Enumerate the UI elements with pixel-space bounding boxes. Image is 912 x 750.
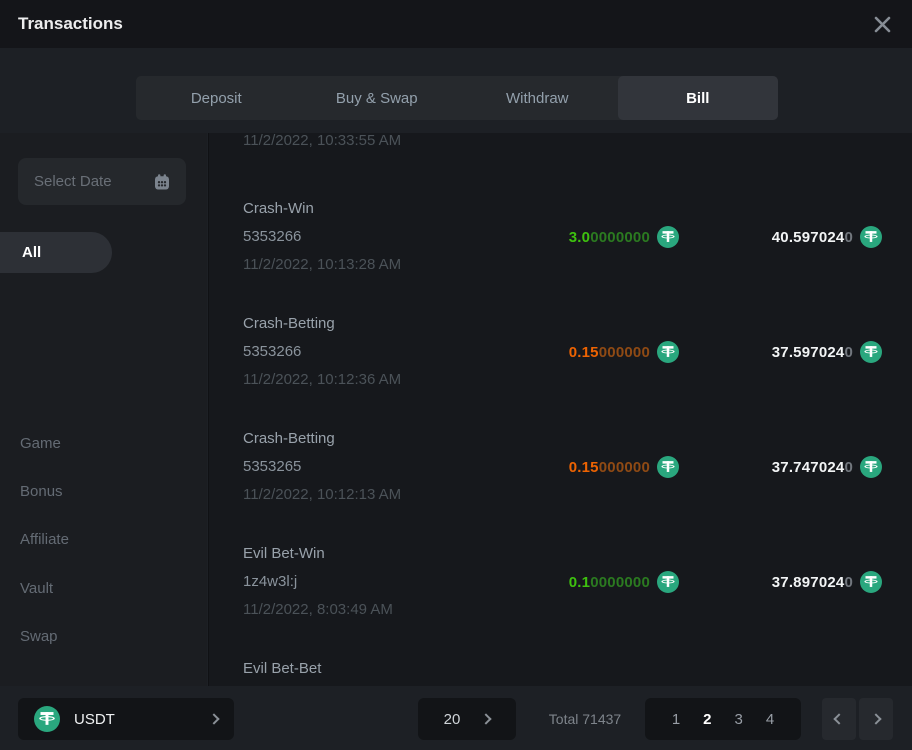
next-page-button[interactable] [859, 698, 893, 740]
transaction-amount: 0.15000000 [569, 338, 679, 366]
balance-main: 37.897024 [772, 574, 845, 591]
modal-footer: USDT 20 Total 71437 1 2 3 4 [0, 686, 912, 750]
balance-dim: 0 [844, 574, 853, 591]
sidebar-item-label: Game [20, 435, 61, 452]
sidebar-item-affiliate[interactable]: Affiliate [20, 531, 69, 551]
amount-main: 0.15 [569, 344, 599, 361]
close-button[interactable] [870, 12, 894, 36]
tab-label: Bill [686, 90, 709, 107]
transaction-title: Evil Bet-Bet [243, 655, 912, 683]
page-size-value: 20 [444, 711, 461, 728]
chevron-left-icon [833, 713, 844, 724]
transaction-time: 11/2/2022, 10:33:55 AM [243, 133, 912, 155]
tether-icon [34, 706, 60, 732]
total-count: Total 71437 [530, 698, 640, 740]
table-row: Crash-Betting 5353266 11/2/2022, 10:12:3… [243, 310, 912, 394]
sidebar-item-label: Swap [20, 628, 58, 645]
amount-dim: 000000 [599, 344, 650, 361]
transactions-modal: Transactions Deposit Buy & Swap Withdraw… [0, 0, 912, 750]
table-row: Crash-Betting 5353265 11/2/2022, 10:12:1… [243, 425, 912, 509]
transaction-amount: 0.15000000 [569, 453, 679, 481]
page-3[interactable]: 3 [735, 711, 743, 728]
sidebar-item-label: All [22, 244, 41, 261]
amount-dim: 0000000 [590, 229, 650, 246]
transaction-time: 11/2/2022, 10:12:36 AM [243, 366, 912, 394]
transaction-title: Crash-Betting [243, 425, 912, 453]
tether-icon [860, 571, 882, 593]
modal-header: Transactions [0, 0, 912, 48]
amount-main: 0.1 [569, 574, 590, 591]
chevron-right-icon [870, 713, 881, 724]
tab-bar: Deposit Buy & Swap Withdraw Bill [136, 76, 778, 120]
transaction-time: 11/2/2022, 10:13:28 AM [243, 251, 912, 279]
prev-page-button[interactable] [822, 698, 856, 740]
table-row: Evil Bet-Bet [243, 655, 912, 686]
chevron-right-icon [481, 713, 492, 724]
sidebar-item-game[interactable]: Game [20, 435, 61, 455]
transaction-balance: 37.5970240 [772, 338, 882, 366]
sidebar-item-swap[interactable]: Swap [20, 628, 58, 648]
sidebar-item-label: Affiliate [20, 531, 69, 548]
amount-main: 3.0 [569, 229, 590, 246]
close-icon [874, 16, 891, 33]
tab-label: Withdraw [506, 90, 569, 107]
tab-label: Deposit [191, 90, 242, 107]
transaction-amount: 0.10000000 [569, 568, 679, 596]
transaction-balance: 40.5970240 [772, 223, 882, 251]
transaction-amount: 3.00000000 [569, 223, 679, 251]
amount-dim: 000000 [599, 459, 650, 476]
sidebar-item-vault[interactable]: Vault [20, 580, 53, 600]
filter-sidebar: Select Date All Game Bonus Affiliate Vau… [0, 133, 207, 686]
balance-dim: 0 [844, 344, 853, 361]
amount-main: 0.15 [569, 459, 599, 476]
page-size-selector[interactable]: 20 [418, 698, 516, 740]
transaction-title: Evil Bet-Win [243, 540, 912, 568]
tab-buy-swap[interactable]: Buy & Swap [297, 76, 458, 120]
transaction-list[interactable]: 11/2/2022, 10:33:55 AM Crash-Win 5353266… [208, 133, 912, 686]
sidebar-item-label: Vault [20, 580, 53, 597]
sidebar-item-all[interactable]: All [0, 232, 112, 273]
balance-main: 40.597024 [772, 229, 845, 246]
tether-icon [860, 226, 882, 248]
transaction-time: 11/2/2022, 8:03:49 AM [243, 596, 912, 624]
date-picker-placeholder: Select Date [34, 173, 112, 190]
table-row: Evil Bet-Win 1z4w3l:j 11/2/2022, 8:03:49… [243, 540, 912, 624]
balance-main: 37.597024 [772, 344, 845, 361]
currency-selector[interactable]: USDT [18, 698, 234, 740]
tether-icon [860, 456, 882, 478]
tether-icon [657, 456, 679, 478]
transaction-title: Crash-Betting [243, 310, 912, 338]
sidebar-item-bonus[interactable]: Bonus [20, 483, 63, 503]
transaction-title: Crash-Win [243, 195, 912, 223]
page-4[interactable]: 4 [766, 711, 774, 728]
table-row: 11/2/2022, 10:33:55 AM [243, 133, 912, 155]
currency-label: USDT [74, 711, 210, 728]
tab-deposit[interactable]: Deposit [136, 76, 297, 120]
chevron-right-icon [208, 713, 219, 724]
transaction-balance: 37.7470240 [772, 453, 882, 481]
transaction-balance: 37.8970240 [772, 568, 882, 596]
transaction-time: 11/2/2022, 10:12:13 AM [243, 481, 912, 509]
tether-icon [657, 571, 679, 593]
tether-icon [657, 226, 679, 248]
balance-main: 37.747024 [772, 459, 845, 476]
sidebar-item-label: Bonus [20, 483, 63, 500]
pagination: 1 2 3 4 [645, 698, 801, 740]
page-title: Transactions [18, 14, 123, 34]
tab-bill[interactable]: Bill [618, 76, 779, 120]
tether-icon [657, 341, 679, 363]
balance-dim: 0 [844, 229, 853, 246]
date-picker[interactable]: Select Date [18, 158, 186, 205]
page-2[interactable]: 2 [703, 711, 711, 728]
table-row: Crash-Win 5353266 11/2/2022, 10:13:28 AM… [243, 195, 912, 279]
calendar-icon [152, 172, 172, 192]
tether-icon [860, 341, 882, 363]
page-1[interactable]: 1 [672, 711, 680, 728]
balance-dim: 0 [844, 459, 853, 476]
tab-label: Buy & Swap [336, 90, 418, 107]
amount-dim: 0000000 [590, 574, 650, 591]
tab-withdraw[interactable]: Withdraw [457, 76, 618, 120]
